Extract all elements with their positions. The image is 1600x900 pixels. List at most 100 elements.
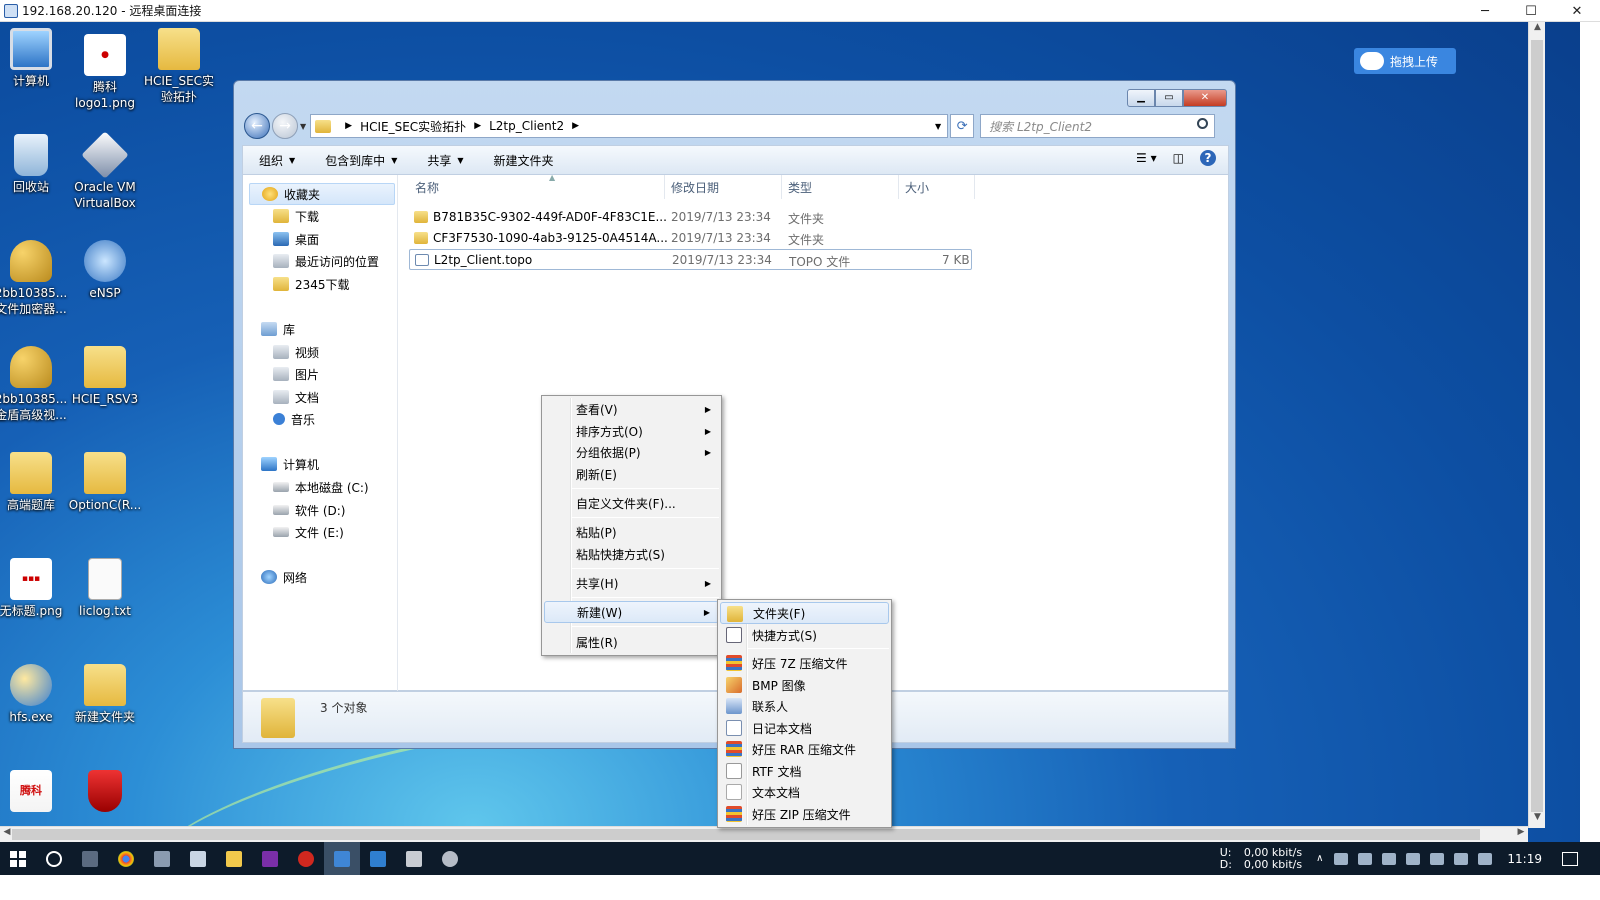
search-input[interactable]: 搜索 L2tp_Client2	[980, 114, 1216, 138]
scroll-thumb[interactable]	[1531, 40, 1543, 812]
new-rtf-item[interactable]: RTF 文档	[720, 760, 889, 782]
desktop-icon-new-folder[interactable]: 新建文件夹	[68, 664, 142, 725]
breadcrumb-item[interactable]: HCIE_SEC实验拓扑	[360, 118, 466, 135]
chevron-right-icon[interactable]: ▶	[474, 121, 481, 131]
minimize-button[interactable]: ─	[1462, 0, 1508, 22]
chevron-right-icon[interactable]: ▶	[345, 121, 352, 131]
tray-app-icon[interactable]	[1382, 852, 1397, 865]
notification-center-icon[interactable]	[1562, 851, 1578, 866]
nav-2345-downloads[interactable]: 2345下载	[273, 273, 350, 295]
rdp-vertical-scrollbar[interactable]: ▲ ▼	[1528, 22, 1545, 828]
taskbar-app[interactable]	[144, 842, 180, 875]
maximize-button[interactable]: ☐	[1508, 0, 1554, 22]
chevron-right-icon[interactable]: ▶	[572, 121, 579, 131]
column-header-type[interactable]: 类型	[782, 175, 899, 199]
desktop-icon-hcie-sec[interactable]: HCIE_SEC实 验拓扑	[142, 28, 216, 105]
new-journal-item[interactable]: 日记本文档	[720, 717, 889, 739]
desktop-icon-shield-app[interactable]	[68, 770, 142, 815]
breadcrumb-item[interactable]: L2tp_Client2	[489, 119, 564, 133]
new-text-document-item[interactable]: 文本文档	[720, 781, 889, 803]
nav-computer[interactable]: 计算机	[261, 453, 319, 475]
address-dropdown-icon[interactable]: ▼	[935, 122, 941, 131]
desktop-icon-liclog[interactable]: liclog.txt	[68, 558, 142, 619]
tray-app-icon[interactable]	[1334, 852, 1349, 865]
nav-videos[interactable]: 视频	[273, 341, 319, 363]
organize-button[interactable]: 组织 ▼	[259, 152, 295, 169]
refresh-icon[interactable]: ⟳	[950, 114, 975, 138]
new-folder-button[interactable]: 新建文件夹	[494, 152, 554, 169]
column-header-size[interactable]: 大小	[899, 175, 975, 199]
preview-pane-icon[interactable]: ◫	[1173, 151, 1184, 165]
nav-drive-d[interactable]: 软件 (D:)	[273, 499, 345, 521]
file-row-selected[interactable]: L2tp_Client.topo 2019/7/13 23:34 TOPO 文件…	[409, 249, 972, 270]
tray-app-icon[interactable]	[1358, 852, 1373, 865]
address-bar[interactable]: ▶ HCIE_SEC实验拓扑 ▶ L2tp_Client2 ▶ ▼	[310, 114, 949, 138]
start-button[interactable]	[0, 842, 36, 875]
menu-item-view[interactable]: 查看(V) ▶	[544, 398, 719, 420]
clock[interactable]: 11:19	[1507, 852, 1542, 866]
nav-pictures[interactable]: 图片	[273, 363, 319, 385]
include-in-library-button[interactable]: 包含到库中 ▼	[325, 152, 397, 169]
desktop-icon-computer[interactable]: 计算机	[0, 28, 68, 89]
new-contact-item[interactable]: 联系人	[720, 695, 889, 717]
explorer-minimize-button[interactable]: ▁	[1127, 89, 1155, 107]
menu-item-paste[interactable]: 粘贴(P)	[544, 521, 719, 543]
nav-downloads[interactable]: 下载	[273, 205, 319, 227]
column-header-date[interactable]: 修改日期	[665, 175, 782, 199]
bluetooth-icon[interactable]	[1406, 852, 1421, 865]
menu-item-share[interactable]: 共享(H) ▶	[544, 572, 719, 594]
desktop-icon-hfs[interactable]: hfs.exe	[0, 664, 68, 725]
rdp-horizontal-scrollbar[interactable]: ◀ ▶	[0, 826, 1528, 842]
taskbar-app-remote-desktop[interactable]	[324, 842, 360, 875]
nav-drive-c[interactable]: 本地磁盘 (C:)	[273, 476, 369, 498]
file-row[interactable]: CF3F7530-1090-4ab3-9125-0A4514A... 2019/…	[409, 228, 972, 249]
desktop-icon-question-bank[interactable]: 高端题库	[0, 452, 68, 513]
taskbar-app[interactable]	[252, 842, 288, 875]
scroll-up-icon[interactable]: ▲	[1529, 22, 1546, 38]
menu-item-sort[interactable]: 排序方式(O) ▶	[544, 420, 719, 442]
new-folder-item[interactable]: 文件夹(F)	[720, 602, 889, 624]
new-bmp-item[interactable]: BMP 图像	[720, 674, 889, 696]
menu-item-refresh[interactable]: 刷新(E)	[544, 463, 719, 485]
taskbar-app[interactable]	[432, 842, 468, 875]
new-7z-archive-item[interactable]: 好压 7Z 压缩文件	[720, 652, 889, 674]
search-button[interactable]	[36, 842, 72, 875]
desktop-icon-virtualbox[interactable]: Oracle VM VirtualBox	[68, 131, 142, 211]
column-header-name[interactable]: 名称 ▲	[409, 173, 665, 199]
desktop-icon-encryptor[interactable]: 2bb10385... 文件加密器...	[0, 240, 68, 317]
network-status-icon[interactable]	[1478, 852, 1493, 865]
desktop-icon-hcie-rsv3[interactable]: HCIE_RSV3	[68, 346, 142, 407]
change-view-icon[interactable]: ☰ ▾	[1136, 151, 1157, 165]
share-button[interactable]: 共享 ▼	[427, 152, 463, 169]
taskbar-app[interactable]	[108, 842, 144, 875]
taskbar-app[interactable]	[360, 842, 396, 875]
nav-drive-e[interactable]: 文件 (E:)	[273, 521, 344, 543]
desktop-icon-video-encryptor[interactable]: 2bb10385... 金盾高级视...	[0, 346, 68, 423]
desktop-icon-recycle-bin[interactable]: 回收站	[0, 134, 68, 195]
nav-recent[interactable]: 最近访问的位置	[273, 250, 379, 272]
menu-item-properties[interactable]: 属性(R)	[544, 631, 719, 653]
new-rar-archive-item[interactable]: 好压 RAR 压缩文件	[720, 738, 889, 760]
menu-item-group[interactable]: 分组依据(P) ▶	[544, 441, 719, 463]
explorer-close-button[interactable]: ✕	[1183, 89, 1227, 107]
scroll-right-icon[interactable]: ▶	[1514, 827, 1528, 843]
recent-pages-dropdown-icon[interactable]: ▼	[300, 122, 306, 131]
search-icon[interactable]	[1197, 118, 1209, 129]
chevron-up-icon[interactable]: ∧	[1316, 853, 1323, 864]
new-shortcut-item[interactable]: 快捷方式(S)	[720, 624, 889, 646]
explorer-maximize-button[interactable]: ▭	[1155, 89, 1183, 107]
nav-favorites[interactable]: 收藏夹	[249, 183, 395, 205]
taskbar-app[interactable]	[288, 842, 324, 875]
file-row[interactable]: B781B35C-9302-449f-AD0F-4F83C1E... 2019/…	[409, 207, 972, 228]
battery-icon[interactable]	[1430, 852, 1445, 865]
desktop-icon-logo-png[interactable]: ● 腾科 logo1.png	[68, 34, 142, 111]
nav-documents[interactable]: 文档	[273, 386, 319, 408]
scroll-down-icon[interactable]: ▼	[1529, 812, 1546, 828]
taskbar-app[interactable]	[180, 842, 216, 875]
nav-desktop[interactable]: 桌面	[273, 228, 319, 250]
menu-item-paste-shortcut[interactable]: 粘贴快捷方式(S)	[544, 543, 719, 565]
nav-network[interactable]: 网络	[261, 566, 307, 588]
taskbar-app[interactable]	[72, 842, 108, 875]
desktop-icon-optionc[interactable]: OptionC(R...	[68, 452, 142, 513]
volume-icon[interactable]	[1454, 852, 1469, 865]
